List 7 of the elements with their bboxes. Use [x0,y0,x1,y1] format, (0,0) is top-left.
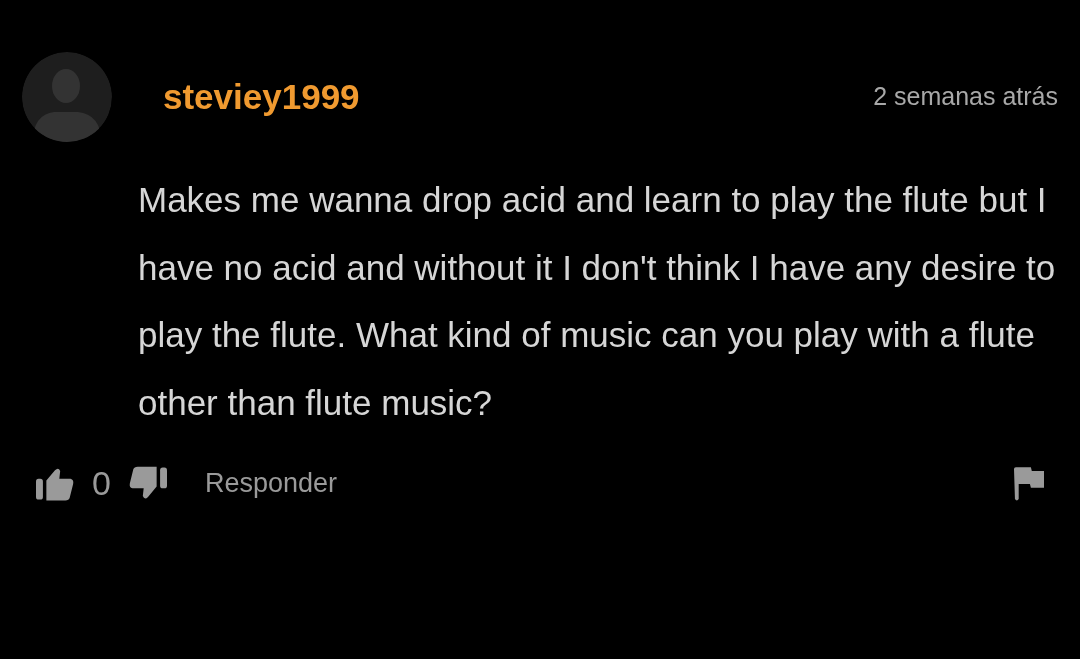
timestamp: 2 semanas atrás [873,81,1058,111]
avatar-icon [22,52,112,142]
flag-icon[interactable] [1014,466,1044,501]
like-count: 0 [92,464,111,503]
comment-text: Makes me wanna drop acid and learn to play the flute but I have no acid and without it I don't think I have any desire to play the flute. What kind of music can you play with a flute other than flute music? [138,179,1057,424]
username[interactable]: steviey1999 [163,77,360,117]
reply-button[interactable]: Responder [204,468,337,499]
